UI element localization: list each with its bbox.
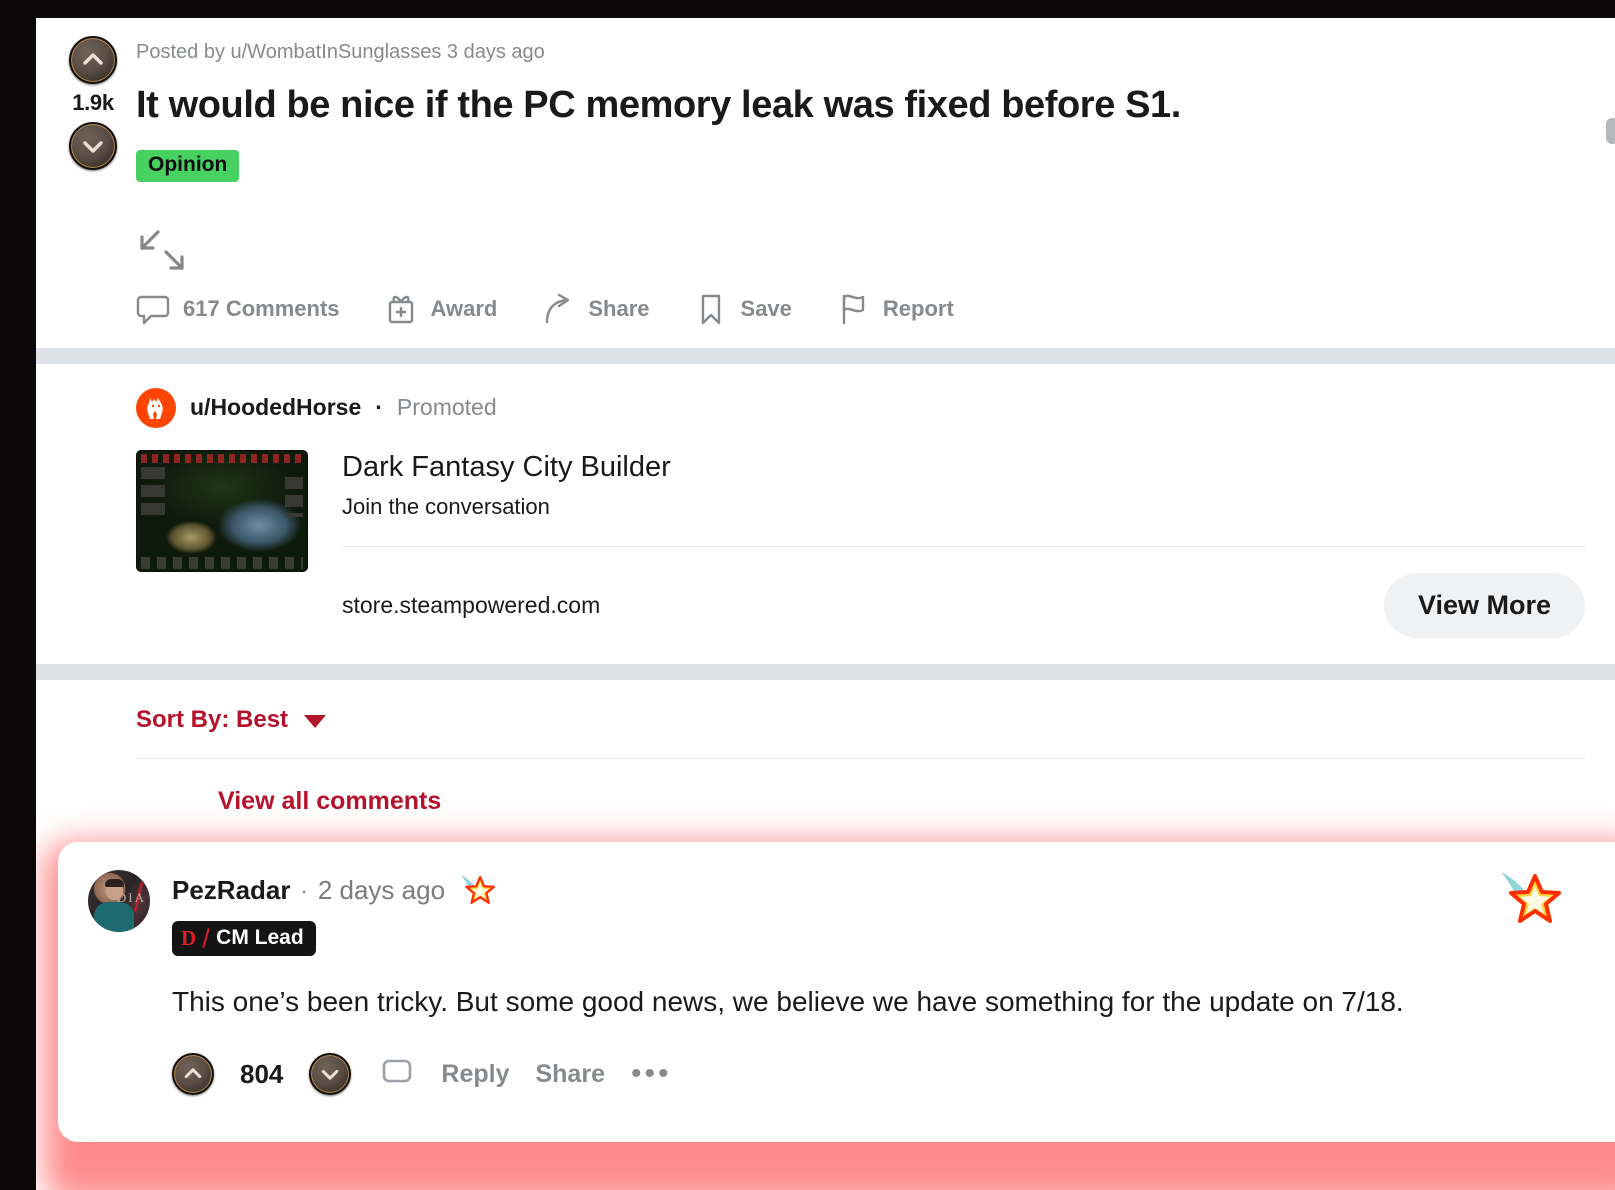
status-badge: D CM Lead — [172, 921, 316, 957]
post-comments-button[interactable]: 617 Comments — [136, 292, 340, 326]
avatar-torso — [94, 902, 134, 933]
ad-footer-row: store.steampowered.com View More — [342, 573, 1585, 639]
sort-section: Sort By: Best View all comments — [36, 680, 1615, 816]
chevron-down-icon — [304, 715, 327, 729]
post-comments-label: 617 Comments — [183, 295, 340, 321]
avatar[interactable]: DIA — [88, 870, 150, 933]
post-share-button[interactable]: Share — [541, 292, 650, 326]
comment-byline: PezRadar · 2 days ago — [172, 870, 1609, 911]
comment-bubble-icon — [136, 292, 170, 326]
ad-separator-dot: · — [375, 394, 383, 421]
view-all-comments-link[interactable]: View all comments — [218, 787, 441, 816]
post-byline: Posted by u/WombatInSunglasses 3 days ag… — [136, 41, 545, 63]
comment-reply-button[interactable]: Reply — [441, 1060, 509, 1089]
comment-meta: PezRadar · 2 days ago D CM Lead — [172, 870, 1609, 957]
sort-by-label: Sort By: Best — [136, 706, 289, 734]
highlighted-comment-wrapper: DIA PezRadar · 2 days ago D CM Lead This… — [36, 842, 1615, 1190]
ad-thumbnail[interactable] — [136, 449, 308, 572]
expand-arrows-icon[interactable] — [136, 224, 1585, 281]
gift-plus-icon — [384, 292, 418, 326]
post-score: 1.9k — [72, 90, 114, 115]
post-vote-column: 1.9k — [50, 36, 136, 170]
screen-root: 1.9k Posted by u/WombatInSunglasses 3 da… — [0, 0, 1615, 1190]
post-award-button[interactable]: Award — [384, 292, 498, 326]
comment-action-bar: 804 Reply Share ••• — [172, 1053, 1609, 1096]
post-title: It would be nice if the PC memory leak w… — [136, 84, 1181, 126]
avatar-hair — [105, 879, 124, 888]
ad-main: Dark Fantasy City Builder Join the conve… — [136, 449, 1585, 639]
bookmark-icon — [694, 292, 728, 326]
post-upvote-button[interactable] — [69, 36, 117, 84]
horse-head-icon — [136, 387, 176, 428]
post-downvote-button[interactable] — [69, 122, 117, 170]
comment-separator: · — [300, 877, 308, 903]
post-award-label: Award — [430, 295, 498, 321]
ad-divider — [342, 546, 1585, 548]
post-container: 1.9k Posted by u/WombatInSunglasses 3 da… — [36, 18, 1615, 348]
ad-texts: Dark Fantasy City Builder Join the conve… — [342, 450, 1585, 639]
section-divider-bottom — [36, 664, 1615, 681]
section-divider-top — [36, 347, 1615, 364]
view-more-button[interactable]: View More — [1383, 573, 1585, 639]
ad-thumb-hud-top — [141, 453, 303, 463]
comment-body: This one’s been tricky. But some good ne… — [172, 986, 1404, 1018]
comment-card: DIA PezRadar · 2 days ago D CM Lead This… — [58, 842, 1615, 1143]
ad-subtitle: Join the conversation — [342, 494, 550, 520]
sort-divider — [136, 758, 1585, 760]
comment-bubble-icon[interactable] — [377, 1055, 415, 1094]
diablo-iv-logo-icon: D — [181, 925, 197, 950]
post-media-area — [136, 224, 1585, 276]
post-action-bar: 617 Comments Award Share Save Report — [136, 292, 1585, 348]
ad-thumb-hud-bottom — [141, 556, 303, 569]
ad-promoted-label: Promoted — [396, 394, 497, 421]
status-badge-label: CM Lead — [216, 926, 304, 950]
post-body: Posted by u/WombatInSunglasses 3 days ag… — [136, 18, 1615, 348]
reddit-post-page: 1.9k Posted by u/WombatInSunglasses 3 da… — [36, 18, 1615, 1190]
post-save-label: Save — [740, 295, 792, 321]
comment-award-star-icon — [1491, 864, 1561, 931]
ad-username[interactable]: u/HoodedHorse — [190, 394, 361, 421]
ad-title[interactable]: Dark Fantasy City Builder — [342, 450, 1585, 485]
ad-thumb-hud-right — [285, 476, 303, 517]
comment-author[interactable]: PezRadar — [172, 875, 291, 906]
diablo-iv-slash-icon — [202, 928, 210, 949]
right-edge-scrollbar-sliver[interactable] — [1606, 118, 1615, 144]
post-flair-badge[interactable]: Opinion — [136, 149, 240, 182]
comment-share-button[interactable]: Share — [535, 1060, 604, 1089]
comment-downvote-button[interactable] — [309, 1053, 352, 1096]
flag-icon — [836, 292, 870, 326]
comment-score: 804 — [240, 1058, 284, 1089]
comment-star-emoji — [455, 870, 496, 911]
comment-upvote-button[interactable] — [172, 1053, 214, 1096]
comment-more-menu-button[interactable]: ••• — [631, 1059, 672, 1089]
comment-timestamp: 2 days ago — [317, 875, 446, 906]
sort-by-dropdown[interactable]: Sort By: Best — [136, 706, 1585, 734]
post-share-label: Share — [588, 295, 650, 321]
post-save-button[interactable]: Save — [694, 292, 792, 326]
share-arrow-icon — [541, 292, 575, 326]
promoted-ad: u/HoodedHorse · Promoted Dark Fantasy Ci… — [36, 364, 1615, 665]
ad-thumb-hud-left — [141, 466, 165, 519]
ad-header: u/HoodedHorse · Promoted — [136, 387, 1585, 428]
post-report-label: Report — [882, 295, 954, 321]
post-report-button[interactable]: Report — [836, 292, 954, 326]
comment-header: DIA PezRadar · 2 days ago D CM Lead — [88, 870, 1609, 957]
ad-url[interactable]: store.steampowered.com — [342, 592, 600, 619]
